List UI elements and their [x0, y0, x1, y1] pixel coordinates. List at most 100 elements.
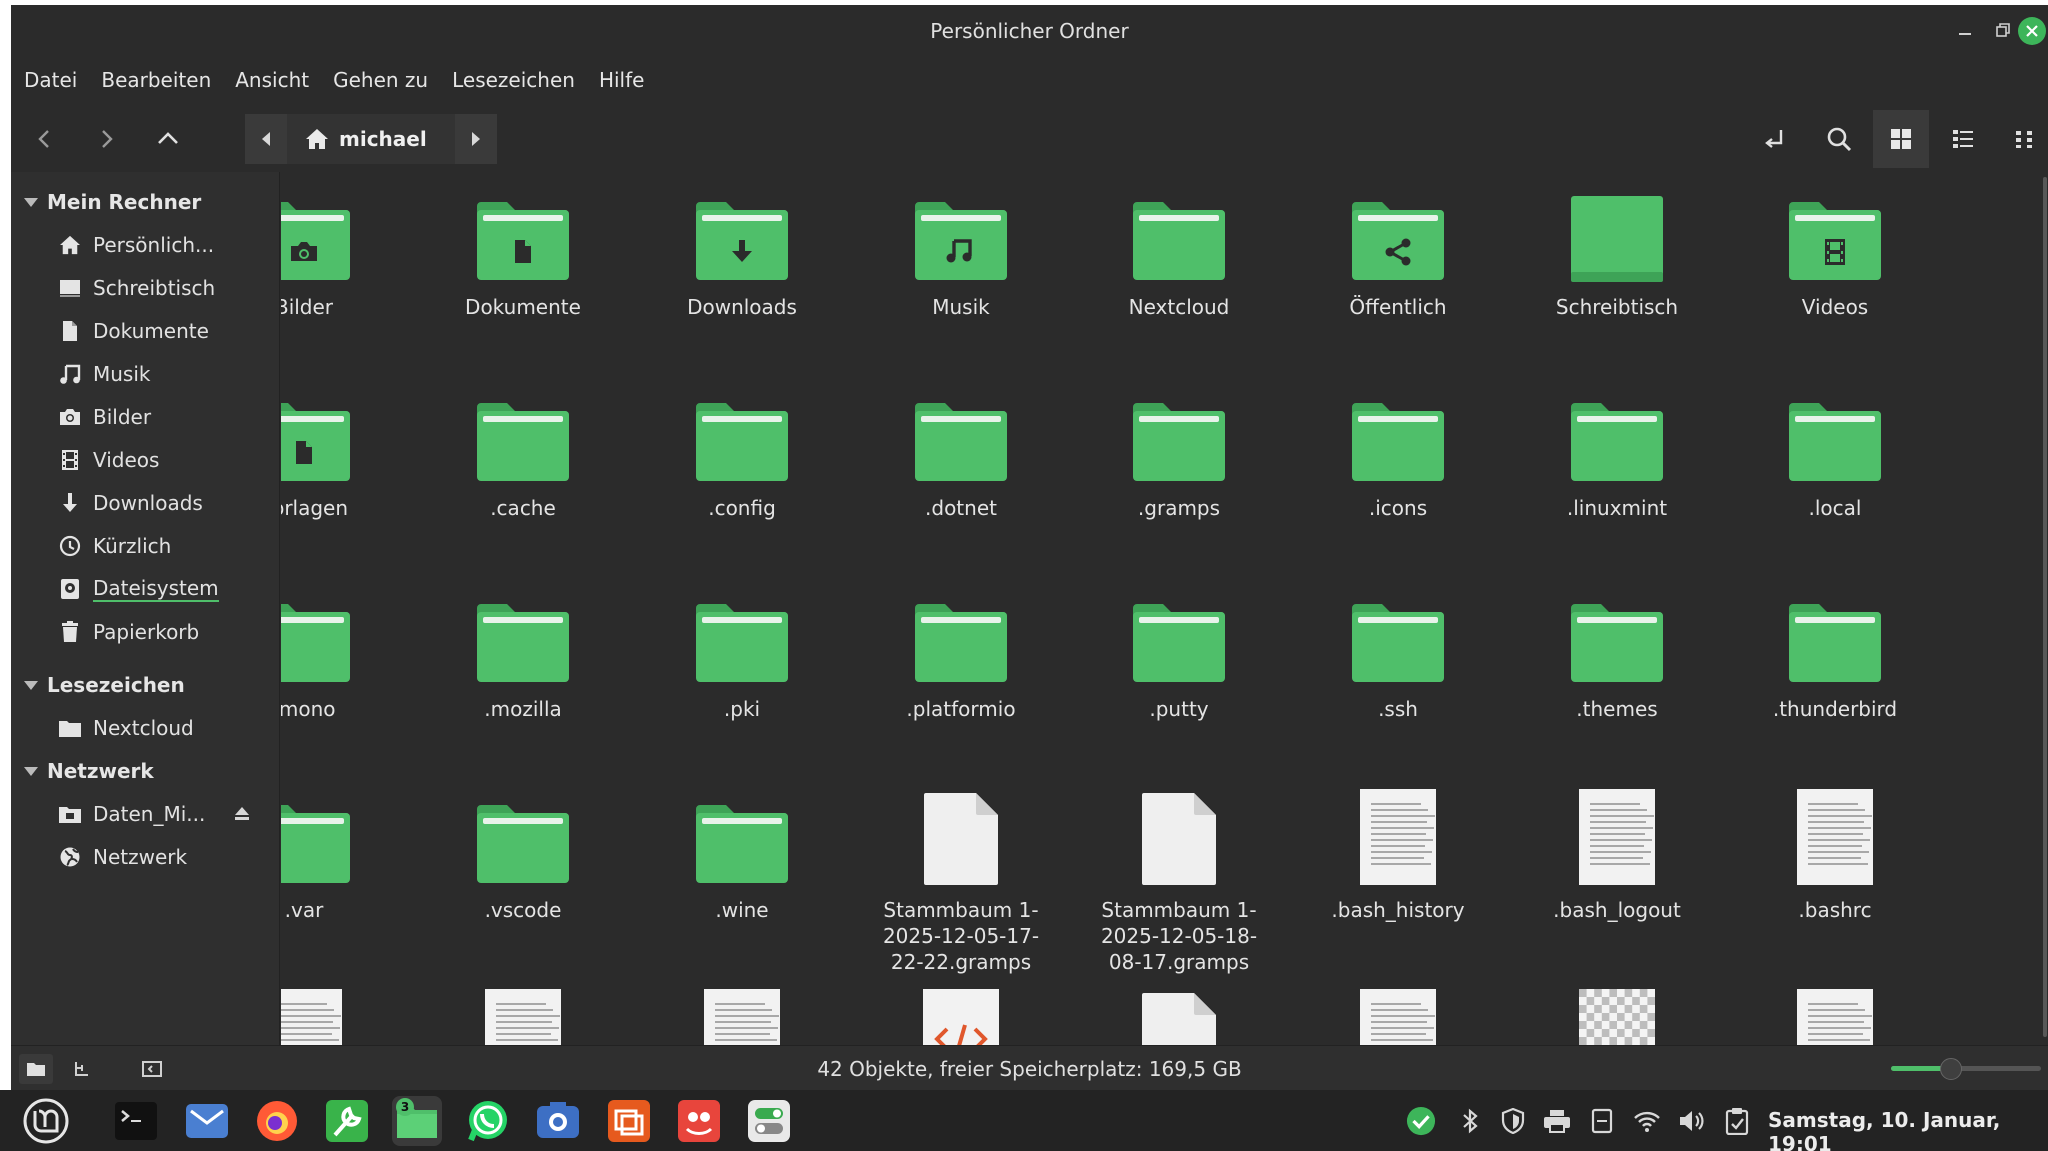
- file-item-platformio[interactable]: .platformio: [856, 588, 1066, 722]
- taskbar-terminal[interactable]: [111, 1096, 161, 1146]
- taskbar-files[interactable]: 3: [392, 1096, 442, 1146]
- sidebar-section-mein-rechner[interactable]: Mein Rechner: [23, 186, 201, 218]
- taskbar-clock[interactable]: Samstag, 10. Januar, 19:01: [1768, 1108, 2048, 1151]
- file-item-videos[interactable]: Videos: [1730, 186, 1940, 320]
- file-item-item-36[interactable]: [1074, 989, 1284, 1045]
- title-bar[interactable]: Persönlicher Ordner: [11, 5, 2048, 57]
- file-item-bash-history[interactable]: .bash_history: [1293, 789, 1503, 923]
- file-item-stammbaum-1-2025-12-05-17-22-22-gramps[interactable]: Stammbaum 1- 2025-12-05-17- 22-22.gramps: [856, 789, 1066, 975]
- sidebar-item-downloads[interactable]: Downloads: [57, 487, 203, 519]
- tray-clipboard-manager[interactable]: [1722, 1106, 1752, 1136]
- up-button[interactable]: [142, 110, 194, 168]
- file-item-ssh[interactable]: .ssh: [1293, 588, 1503, 722]
- file-item-item-33[interactable]: [418, 989, 628, 1045]
- minimize-button[interactable]: [1950, 15, 1980, 45]
- sidebar-item-desktop[interactable]: Schreibtisch: [57, 272, 215, 304]
- taskbar-camera-app[interactable]: [533, 1096, 583, 1146]
- menu-ansicht[interactable]: Ansicht: [235, 68, 309, 92]
- scrollbar-thumb[interactable]: [2043, 177, 2047, 1037]
- sidebar-item-network[interactable]: Netzwerk: [57, 841, 187, 873]
- sidebar-section-lesezeichen[interactable]: Lesezeichen: [23, 669, 185, 701]
- taskbar-settings-tool[interactable]: [322, 1096, 372, 1146]
- sidebar-item-music[interactable]: Musik: [57, 358, 151, 390]
- taskbar-whatsapp[interactable]: [463, 1096, 513, 1146]
- file-item-var[interactable]: .var: [281, 789, 409, 923]
- file-item-local[interactable]: .local: [1730, 387, 1940, 521]
- tray-printer[interactable]: [1542, 1106, 1572, 1136]
- file-item-vscode[interactable]: .vscode: [418, 789, 628, 923]
- tray-bluetooth[interactable]: [1456, 1106, 1486, 1136]
- file-item-stammbaum-1-2025-12-05-18-08-17-gramps[interactable]: Stammbaum 1- 2025-12-05-18- 08-17.gramps: [1074, 789, 1284, 975]
- file-item-item-37[interactable]: [1293, 989, 1503, 1045]
- back-button[interactable]: [19, 110, 71, 168]
- taskbar-presentation[interactable]: [604, 1096, 654, 1146]
- file-item-linuxmint[interactable]: .linuxmint: [1512, 387, 1722, 521]
- zoom-knob[interactable]: [1940, 1058, 1962, 1080]
- tray-wifi[interactable]: [1632, 1106, 1662, 1136]
- maximize-button[interactable]: [1988, 15, 2018, 45]
- toggle-location-button[interactable]: [1748, 110, 1804, 168]
- compact-view-button[interactable]: [1997, 110, 2048, 168]
- sidebar-item-daten-share[interactable]: Daten_Mi...: [57, 798, 205, 830]
- file-item-item-32[interactable]: [281, 989, 409, 1045]
- forward-button[interactable]: [80, 110, 132, 168]
- sidebar-item-documents[interactable]: Dokumente: [57, 315, 209, 347]
- tray-volume[interactable]: [1677, 1106, 1707, 1136]
- menu-datei[interactable]: Datei: [24, 68, 77, 92]
- tray-clipboard[interactable]: [1587, 1106, 1617, 1136]
- file-item-dotnet[interactable]: .dotnet: [856, 387, 1066, 521]
- file-item-putty[interactable]: .putty: [1074, 588, 1284, 722]
- file-item-öffentlich[interactable]: Öffentlich: [1293, 186, 1503, 320]
- menu-hilfe[interactable]: Hilfe: [599, 68, 645, 92]
- close-button[interactable]: [2018, 17, 2046, 45]
- file-item-mozilla[interactable]: .mozilla: [418, 588, 628, 722]
- file-item-dokumente[interactable]: Dokumente: [418, 186, 628, 320]
- file-item-musik[interactable]: Musik: [856, 186, 1066, 320]
- sidebar-item-videos[interactable]: Videos: [57, 444, 159, 476]
- file-item-cache[interactable]: .cache: [418, 387, 628, 521]
- file-item-vorlagen[interactable]: Vorlagen: [281, 387, 409, 521]
- tray-update-ok[interactable]: [1406, 1106, 1436, 1136]
- file-item-config[interactable]: .config: [637, 387, 847, 521]
- menu-gehen-zu[interactable]: Gehen zu: [333, 68, 428, 92]
- taskbar-toggle-app[interactable]: [744, 1096, 794, 1146]
- sidebar-item-home[interactable]: Persönlich...: [57, 229, 214, 261]
- taskbar-firefox[interactable]: [252, 1096, 302, 1146]
- file-item-thunderbird[interactable]: .thunderbird: [1730, 588, 1940, 722]
- file-item-wine[interactable]: .wine: [637, 789, 847, 923]
- path-scroll-right-button[interactable]: [454, 114, 497, 164]
- file-grid[interactable]: Bilder Dokumente Downloads Musik Nextcloud Öf…: [281, 172, 2041, 1045]
- file-item-pki[interactable]: .pki: [637, 588, 847, 722]
- sidebar-item-pictures[interactable]: Bilder: [57, 401, 151, 433]
- search-button[interactable]: [1811, 110, 1867, 168]
- file-item-nextcloud[interactable]: Nextcloud: [1074, 186, 1284, 320]
- file-item-gramps[interactable]: .gramps: [1074, 387, 1284, 521]
- file-item-schreibtisch[interactable]: Schreibtisch: [1512, 186, 1722, 320]
- sidebar-item-nextcloud[interactable]: Nextcloud: [57, 712, 194, 744]
- file-item-item-35[interactable]: [856, 989, 1066, 1045]
- sidebar-item-recent[interactable]: Kürzlich: [57, 530, 171, 562]
- file-item-bash-logout[interactable]: .bash_logout: [1512, 789, 1722, 923]
- list-view-button[interactable]: [1935, 110, 1991, 168]
- path-scroll-left-button[interactable]: [245, 114, 287, 164]
- file-item-item-34[interactable]: [637, 989, 847, 1045]
- scrollbar[interactable]: [2040, 177, 2048, 1037]
- zoom-slider[interactable]: [1891, 1058, 2041, 1080]
- file-item-themes[interactable]: .themes: [1512, 588, 1722, 722]
- taskbar-mail[interactable]: [182, 1096, 232, 1146]
- file-item-item-38[interactable]: [1512, 989, 1722, 1045]
- taskbar-gimp[interactable]: [674, 1096, 724, 1146]
- start-menu-button[interactable]: [21, 1096, 71, 1146]
- file-item-mono[interactable]: .mono: [281, 588, 409, 722]
- file-item-bilder[interactable]: Bilder: [281, 186, 409, 320]
- path-crumb-home[interactable]: michael: [287, 114, 455, 164]
- menu-bearbeiten[interactable]: Bearbeiten: [101, 68, 211, 92]
- icon-view-button[interactable]: [1873, 110, 1929, 168]
- file-item-bashrc[interactable]: .bashrc: [1730, 789, 1940, 923]
- sidebar-section-netzwerk[interactable]: Netzwerk: [23, 755, 154, 787]
- menu-lesezeichen[interactable]: Lesezeichen: [452, 68, 575, 92]
- file-item-downloads[interactable]: Downloads: [637, 186, 847, 320]
- tray-shield[interactable]: [1498, 1106, 1528, 1136]
- sidebar-item-filesystem[interactable]: Dateisystem: [57, 573, 219, 605]
- eject-button[interactable]: [233, 798, 251, 830]
